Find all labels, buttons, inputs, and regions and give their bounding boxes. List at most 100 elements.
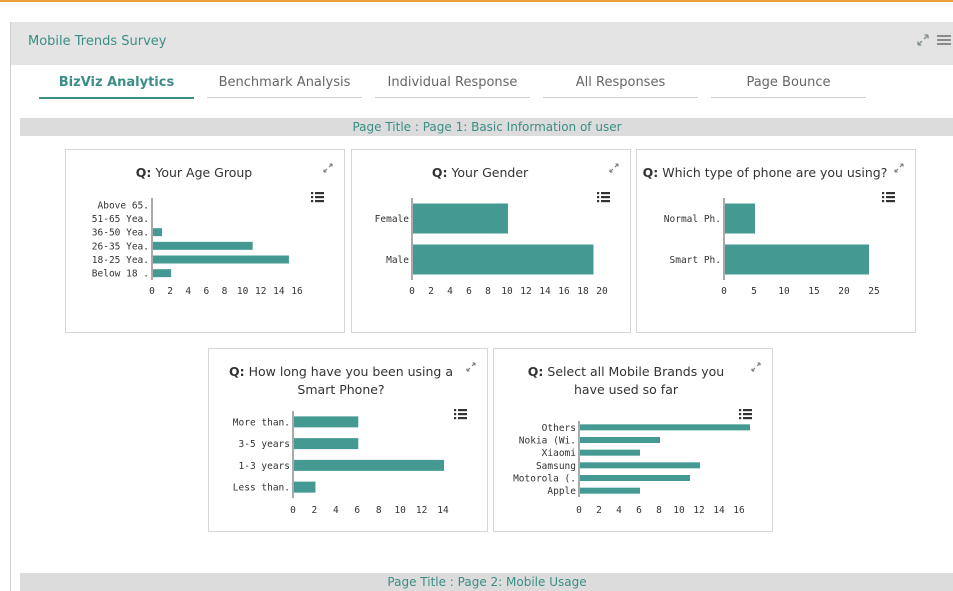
chart-bar[interactable] <box>580 462 700 469</box>
header-icons <box>916 33 952 47</box>
chart-menu-icon[interactable] <box>882 192 895 203</box>
category-label: Female <box>375 214 410 225</box>
category-label: More than. <box>233 417 290 428</box>
chart-bar[interactable] <box>153 269 172 278</box>
category-label: Normal Ph. <box>664 214 721 225</box>
chart-bar[interactable] <box>580 475 690 481</box>
x-tick-label: 8 <box>485 286 491 297</box>
x-tick-label: 18 <box>577 286 589 297</box>
chart-expand-icon[interactable] <box>609 163 619 173</box>
x-tick-label: 8 <box>656 505 662 516</box>
x-tick-label: 0 <box>149 286 155 297</box>
chart-bar[interactable] <box>294 459 444 471</box>
x-tick-label: 14 <box>273 286 285 297</box>
chart-bar[interactable] <box>294 416 359 428</box>
chart-menu-icon[interactable] <box>454 409 467 420</box>
chart-bar[interactable] <box>725 244 869 275</box>
chart-bar[interactable] <box>153 255 289 264</box>
category-label: Xiaomi <box>542 448 577 459</box>
x-tick-label: 12 <box>255 286 266 297</box>
x-tick-label: 4 <box>185 286 191 297</box>
x-tick-label: 16 <box>291 286 303 297</box>
chart-expand-icon[interactable] <box>466 362 476 372</box>
chart-card-mobile-brands: Q: Select all Mobile Brands you have use… <box>493 348 773 532</box>
x-tick-label: 5 <box>751 286 757 297</box>
tab-bar: BizViz Analytics Benchmark Analysis Indi… <box>11 65 953 105</box>
chart-expand-icon[interactable] <box>751 362 761 372</box>
x-tick-label: 15 <box>808 286 819 297</box>
x-tick-label: 10 <box>501 286 513 297</box>
x-tick-label: 10 <box>237 286 249 297</box>
chart-expand-icon[interactable] <box>323 163 333 173</box>
x-tick-label: 2 <box>167 286 173 297</box>
category-label: Nokia (Wi. <box>519 436 576 447</box>
category-label: Below 18 . <box>92 269 149 280</box>
x-tick-label: 4 <box>447 286 453 297</box>
tab-benchmark-analysis[interactable]: Benchmark Analysis <box>207 73 362 98</box>
dashboard-header: Mobile Trends Survey <box>11 22 953 65</box>
category-label: Motorola (. <box>513 474 576 485</box>
x-tick-label: 2 <box>312 505 318 516</box>
chart-card-smartphone-duration: Q: How long have you been using a Smart … <box>208 348 488 532</box>
x-tick-label: 6 <box>204 286 210 297</box>
chart-menu-icon[interactable] <box>311 192 324 203</box>
x-tick-label: 16 <box>558 286 570 297</box>
x-tick-label: 16 <box>733 505 745 516</box>
chart-menu-icon[interactable] <box>597 192 610 203</box>
x-tick-label: 12 <box>416 505 427 516</box>
tab-bizviz-analytics[interactable]: BizViz Analytics <box>39 73 194 99</box>
chart-bar[interactable] <box>294 438 359 450</box>
x-tick-label: 6 <box>354 505 360 516</box>
x-tick-label: 0 <box>290 505 296 516</box>
x-tick-label: 0 <box>721 286 727 297</box>
chart-canvas: Others Nokia (Wi.Xiaomi Samsung Motorola (.… <box>513 362 761 516</box>
tab-individual-response[interactable]: Individual Response <box>375 73 530 98</box>
expand-icon[interactable] <box>916 33 930 47</box>
category-label: 3-5 years <box>239 439 290 450</box>
x-tick-label: 2 <box>596 505 602 516</box>
chart-canvas: More than. 3-5 years 1-3 years Less than.0 2… <box>233 362 476 516</box>
chart-bar[interactable] <box>413 203 508 234</box>
tab-page-bounce[interactable]: Page Bounce <box>711 73 866 98</box>
category-label: Smart Ph. <box>670 255 721 266</box>
chart-bar[interactable] <box>153 241 253 250</box>
chart-bar[interactable] <box>725 203 755 234</box>
chart-bar[interactable] <box>294 481 316 493</box>
category-label: Apple <box>547 486 576 497</box>
chart-canvas: Normal Ph. Smart Ph. 0 5 10 15 20 25 <box>664 163 904 297</box>
chart-bar[interactable] <box>580 424 750 431</box>
x-tick-label: 4 <box>333 505 339 516</box>
chart-bar[interactable] <box>580 449 640 456</box>
x-tick-label: 4 <box>616 505 622 516</box>
category-label: Male <box>386 255 409 266</box>
hamburger-menu-icon[interactable] <box>936 33 952 47</box>
x-tick-label: 6 <box>636 505 642 516</box>
chart-card-phone-type: Q: Which type of phone are you using? No… <box>636 149 916 333</box>
chart-expand-icon[interactable] <box>894 163 904 173</box>
chart-canvas: Above 65. 51-65 Yea. 36-50 Yea. 26-35 Yea. 1… <box>92 163 333 297</box>
category-label: 51-65 Yea. <box>92 214 149 225</box>
x-tick-label: 2 <box>428 286 434 297</box>
category-label: Samsung <box>536 461 576 472</box>
category-label: 36-50 Yea. <box>92 228 149 239</box>
dashboard-title: Mobile Trends Survey <box>28 34 167 49</box>
x-tick-label: 10 <box>394 505 406 516</box>
chart-bar[interactable] <box>413 244 594 275</box>
category-label: Less than. <box>233 483 290 494</box>
category-label: 26-35 Yea. <box>92 241 149 252</box>
page-title-bar-2: Page Title : Page 2: Mobile Usage <box>20 573 953 591</box>
x-tick-label: 14 <box>539 286 551 297</box>
chart-bar[interactable] <box>580 437 660 443</box>
x-tick-label: 12 <box>520 286 531 297</box>
x-tick-label: 14 <box>713 505 725 516</box>
x-tick-label: 25 <box>868 286 879 297</box>
tab-all-responses[interactable]: All Responses <box>543 73 698 98</box>
category-label: 18-25 Yea. <box>92 255 149 266</box>
x-tick-label: 10 <box>778 286 790 297</box>
chart-bar[interactable] <box>153 228 163 237</box>
chart-canvas: Female Male 0 2 4 6 8 10 12 14 16 18 20 <box>375 163 619 297</box>
chart-menu-icon[interactable] <box>739 409 752 420</box>
page-title-bar-1: Page Title : Page 1: Basic Information o… <box>20 118 953 136</box>
x-tick-label: 14 <box>437 505 449 516</box>
chart-bar[interactable] <box>580 487 640 494</box>
